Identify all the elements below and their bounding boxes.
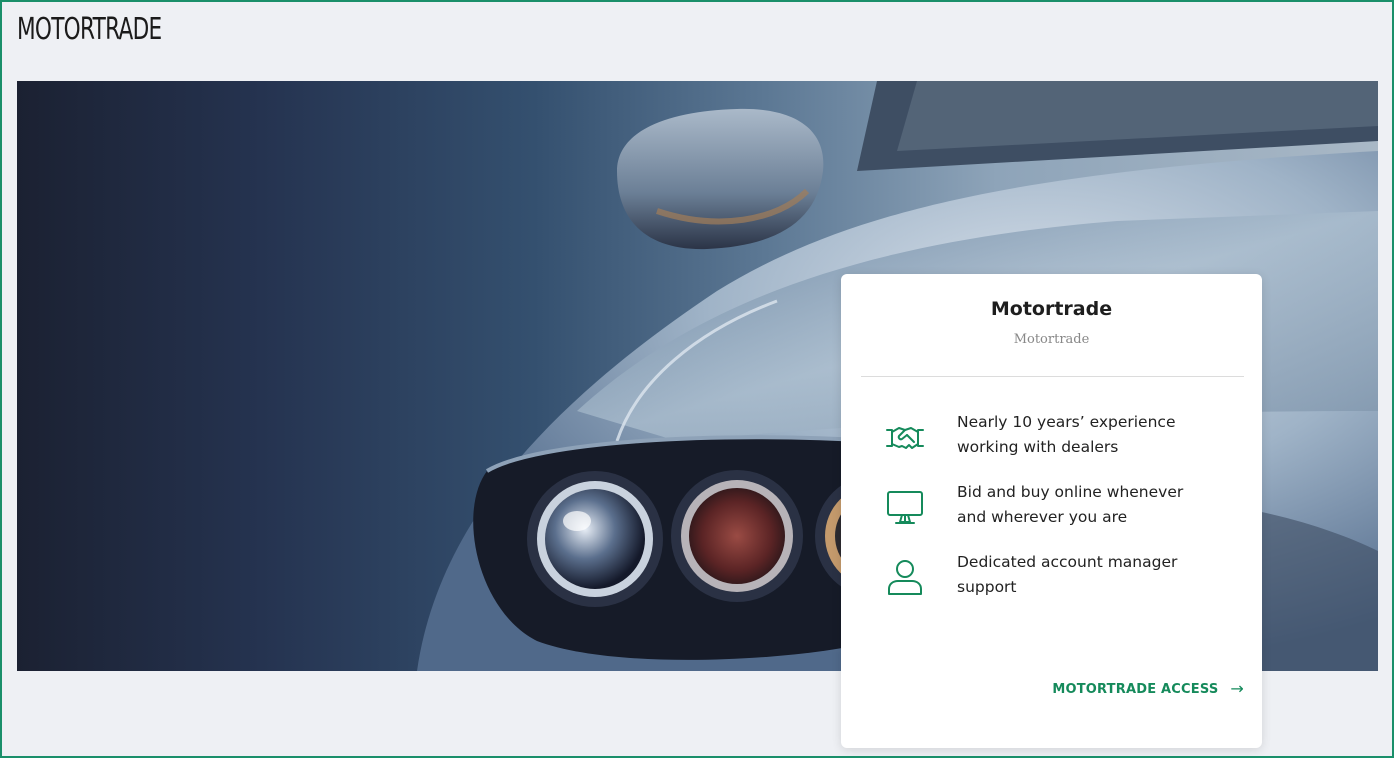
motortrade-access-link[interactable]: MOTORTRADE ACCESS →: [1052, 681, 1244, 697]
card-subtitle: Motortrade: [1013, 332, 1090, 347]
feature-list: Nearly 10 years’ experience working with…: [883, 412, 1243, 622]
access-link-label: MOTORTRADE ACCESS: [1052, 681, 1219, 697]
page-title: MOTORTRADE: [17, 12, 162, 47]
feature-item: Dedicated account manager support: [883, 552, 1243, 600]
motortrade-card: Motortrade Motortrade Nearly 10 years’ e…: [841, 274, 1262, 748]
card-divider: [861, 376, 1244, 377]
feature-text: Nearly 10 years’ experience working with…: [957, 413, 1176, 456]
arrow-right-icon: →: [1230, 679, 1244, 698]
monitor-icon: [883, 486, 927, 530]
handshake-icon: [883, 416, 927, 460]
feature-text: Bid and buy online whenever and wherever…: [957, 483, 1184, 526]
feature-item: Nearly 10 years’ experience working with…: [883, 412, 1243, 460]
card-title: Motortrade: [990, 298, 1113, 320]
feature-item: Bid and buy online whenever and wherever…: [883, 482, 1243, 530]
feature-text: Dedicated account manager support: [957, 553, 1178, 596]
person-icon: [883, 556, 927, 600]
